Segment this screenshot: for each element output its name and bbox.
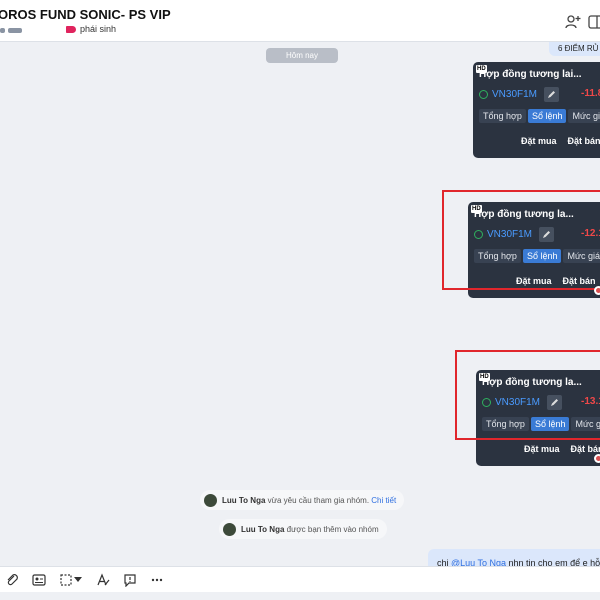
more-icon [151,578,163,582]
message-text: 6 ĐIỂM RỦ [558,44,599,53]
avatar[interactable] [223,522,236,536]
text-format-button[interactable] [95,572,111,588]
highlight-box [442,190,600,290]
group-title[interactable]: OROS FUND SONIC- PS VIP [0,7,171,22]
add-member-icon [565,15,581,29]
date-separator: Hôm nay [266,48,338,63]
sell-button[interactable]: Đặt bán [568,136,600,146]
sell-button[interactable]: Đặt bán [571,444,600,454]
tab-price-level[interactable]: Mức giá [568,109,600,123]
text-format-icon [97,573,110,586]
symbol-label[interactable]: VN30F1M [492,89,537,100]
add-member-button[interactable] [564,13,582,31]
screenshot-options-button[interactable] [72,572,84,588]
composer-toolbar [0,566,600,592]
tab-order-book[interactable]: Sổ lệnh [527,109,567,123]
highlight-box [455,350,600,440]
member-name[interactable]: Luu To Nga [241,525,284,534]
group-tag-label: phái sinh [80,24,117,34]
mention-link[interactable]: @Luu To Nga [451,558,506,566]
message-prefix: chị [437,558,452,566]
member-name[interactable]: Luu To Nga [222,496,265,505]
attach-file-button[interactable] [4,572,20,588]
conversation-info-button[interactable] [588,13,600,31]
group-tag[interactable]: phái sinh [66,24,116,34]
paperclip-icon [7,574,18,586]
details-link[interactable]: Chi tiết [371,496,396,505]
tag-icon [66,25,76,33]
reaction-dot[interactable] [594,286,600,295]
reaction-dot[interactable] [594,454,600,463]
tab-summary[interactable]: Tổng hợp [479,109,526,123]
quick-message-icon [124,574,136,587]
buy-button[interactable]: Đặt mua [524,444,560,454]
message-bubble[interactable]: chị @Luu To Nga nhn tin cho em để e hỗ [428,549,600,566]
message-text: nhn tin cho em để e hỗ [506,558,600,566]
pencil-icon [548,91,556,98]
more-options-button[interactable] [149,572,165,588]
message-bubble[interactable]: 6 ĐIỂM RỦ [549,42,600,56]
edit-button[interactable] [544,87,560,102]
clock-icon [479,90,488,99]
card-title: Hợp đồng tương lai... [479,69,582,80]
quick-message-button[interactable] [122,572,138,588]
chevron-down-icon [74,577,82,582]
business-card-button[interactable] [31,572,47,588]
system-message-text: vừa yêu cầu tham gia nhóm. [265,495,370,505]
system-message: Luu To Nga được bạn thêm vào nhóm [219,519,387,539]
system-message-text: được bạn thêm vào nhóm [284,524,379,534]
business-card-icon [32,574,46,586]
chat-messages[interactable]: 6 ĐIỂM RỦ Hôm nay HD Hợp đồng tương lai.… [0,42,600,566]
buy-button[interactable]: Đặt mua [521,136,557,146]
sidebar-toggle-icon [588,15,600,29]
price-change: -11.8 [581,88,600,99]
member-avatars[interactable] [0,27,22,33]
avatar[interactable] [204,493,217,507]
screenshot-icon [60,574,72,586]
futures-card[interactable]: HD Hợp đồng tương lai... VN30F1M -11.8 T… [473,62,600,158]
chat-header: OROS FUND SONIC- PS VIP phái sinh [0,0,600,42]
system-message: Luu To Nga vừa yêu cầu tham gia nhóm. Ch… [200,490,405,510]
